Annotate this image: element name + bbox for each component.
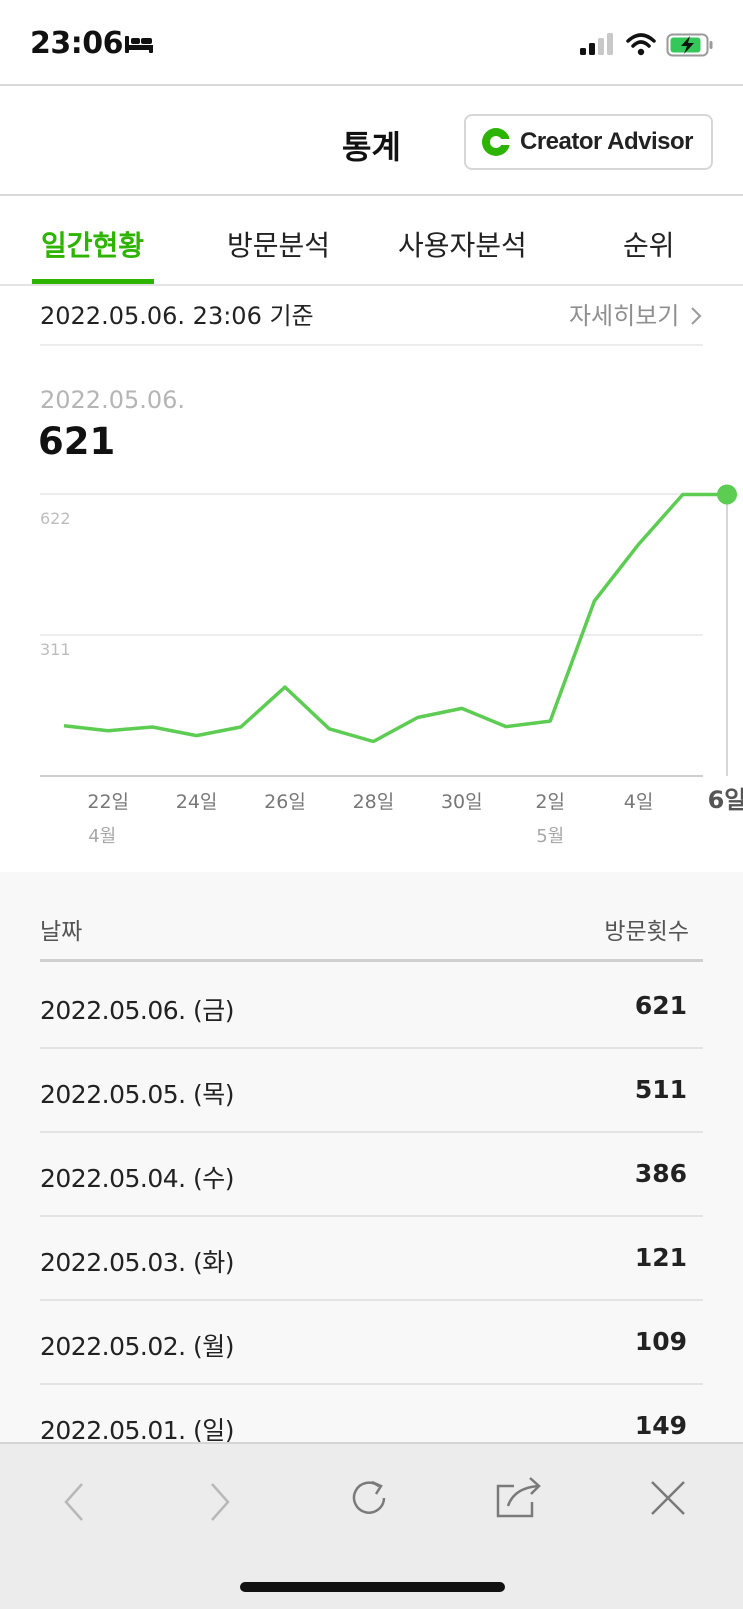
page-header: 통계 Creator Advisor bbox=[0, 86, 743, 196]
active-tab-indicator bbox=[32, 279, 154, 284]
table-row: 2022.05.05. (목) 511 bbox=[40, 1049, 703, 1133]
row-date: 2022.05.04. (수) bbox=[40, 1164, 235, 1193]
tab-visit-analysis[interactable]: 방문분석 bbox=[227, 224, 330, 264]
home-indicator bbox=[240, 1582, 505, 1592]
selected-data-point bbox=[717, 484, 737, 505]
status-bar: 23:06 bbox=[0, 0, 743, 86]
x-tick-label: 6일 bbox=[708, 786, 743, 814]
creator-advisor-logo-icon bbox=[482, 128, 512, 156]
tab-bar: 일간현황 방문분석 사용자분석 순위 bbox=[0, 196, 743, 286]
creator-advisor-button[interactable]: Creator Advisor bbox=[464, 114, 713, 170]
bed-icon bbox=[125, 36, 153, 53]
detail-link[interactable]: 자세히보기 bbox=[569, 296, 703, 331]
wifi-icon bbox=[626, 33, 656, 56]
basis-date: 2022.05.06. 23:06 기준 bbox=[40, 302, 314, 330]
row-date: 2022.05.02. (월) bbox=[40, 1332, 235, 1361]
chart-selected-date: 2022.05.06. bbox=[40, 386, 186, 414]
table-row: 2022.05.02. (월) 109 bbox=[40, 1301, 703, 1385]
battery-charging-icon bbox=[666, 33, 713, 57]
chart-selected-value: 621 bbox=[38, 420, 116, 463]
creator-advisor-label: Creator Advisor bbox=[520, 128, 694, 155]
row-visits: 149 bbox=[634, 1411, 687, 1440]
close-icon[interactable] bbox=[648, 1478, 688, 1518]
row-visits: 511 bbox=[634, 1075, 687, 1104]
row-visits: 386 bbox=[634, 1159, 687, 1188]
x-tick-label: 22일 bbox=[87, 791, 129, 813]
x-tick-label: 4일 bbox=[624, 791, 654, 813]
tab-daily-status[interactable]: 일간현황 bbox=[41, 224, 144, 264]
x-tick-label: 30일 bbox=[441, 791, 483, 813]
x-tick-label: 26일 bbox=[264, 791, 306, 813]
forward-icon[interactable] bbox=[206, 1480, 234, 1524]
row-date: 2022.05.03. (화) bbox=[40, 1248, 235, 1277]
reload-icon[interactable] bbox=[348, 1476, 392, 1520]
detail-link-label: 자세히보기 bbox=[568, 302, 680, 330]
column-header-date: 날짜 bbox=[40, 919, 83, 945]
back-icon[interactable] bbox=[60, 1480, 88, 1524]
chevron-right-icon bbox=[691, 307, 702, 325]
visits-line-chart[interactable]: 622 311 22일 24일 26일 28일 30일 2일 4일 6일 4월 5월 bbox=[0, 480, 743, 850]
row-visits: 121 bbox=[634, 1243, 687, 1272]
x-month-label: 4월 bbox=[88, 826, 116, 847]
basis-date-row: 2022.05.06. 23:06 기준 자세히보기 bbox=[40, 286, 703, 346]
visits-series-line bbox=[63, 492, 727, 744]
table-row: 2022.05.03. (화) 121 bbox=[40, 1217, 703, 1301]
tab-ranking[interactable]: 순위 bbox=[623, 224, 675, 264]
y-tick-label: 622 bbox=[40, 509, 71, 528]
table-header: 날짜 방문횟수 bbox=[40, 912, 703, 962]
row-date: 2022.05.05. (목) bbox=[40, 1080, 235, 1109]
share-icon[interactable] bbox=[494, 1474, 544, 1520]
x-tick-label: 28일 bbox=[353, 791, 395, 813]
x-tick-label: 24일 bbox=[176, 791, 218, 813]
x-tick-label: 2일 bbox=[535, 791, 565, 813]
row-visits: 109 bbox=[634, 1327, 687, 1356]
cellular-signal-icon bbox=[580, 33, 613, 55]
status-time: 23:06 bbox=[30, 26, 124, 61]
daily-visits-table: 날짜 방문횟수 2022.05.06. (금) 621 2022.05.05. … bbox=[0, 872, 743, 1469]
column-header-visits: 방문횟수 bbox=[604, 919, 689, 945]
table-row: 2022.05.06. (금) 621 bbox=[40, 965, 703, 1049]
tab-user-analysis[interactable]: 사용자분석 bbox=[398, 224, 527, 264]
row-visits: 621 bbox=[634, 991, 687, 1020]
y-tick-label: 311 bbox=[40, 640, 71, 659]
row-date: 2022.05.06. (금) bbox=[40, 996, 235, 1025]
x-month-label: 5월 bbox=[536, 826, 564, 847]
table-row: 2022.05.04. (수) 386 bbox=[40, 1133, 703, 1217]
